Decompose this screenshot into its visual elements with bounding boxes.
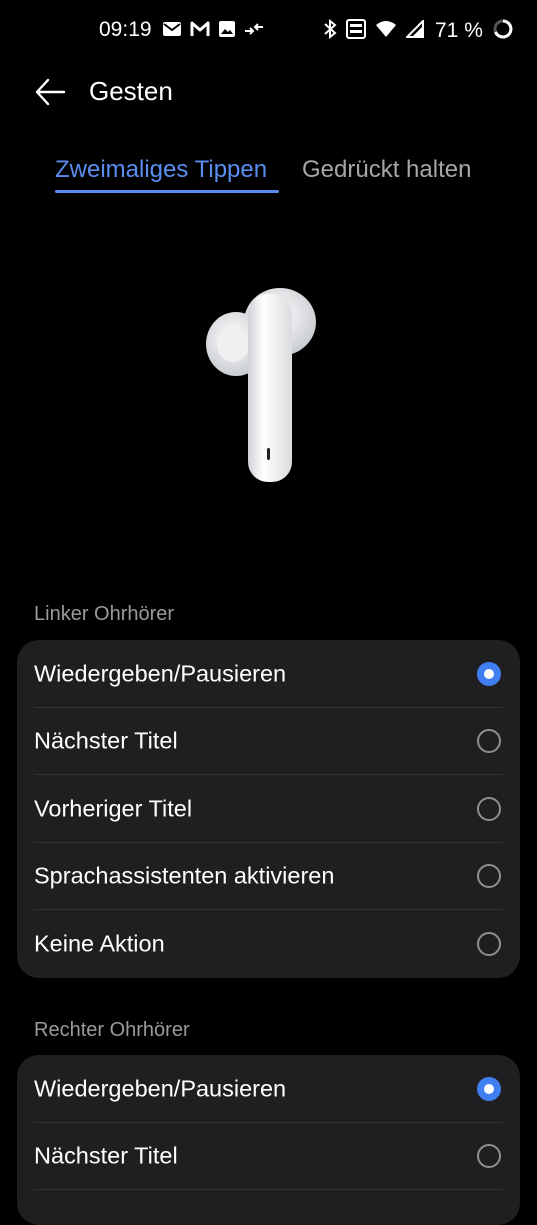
radio-unselected[interactable] — [477, 729, 501, 754]
tab-double-tap[interactable]: Zweimaliges Tippen — [55, 154, 267, 186]
radio-unselected[interactable] — [477, 796, 501, 821]
option-label: Wiedergeben/Pausieren — [34, 1075, 287, 1102]
option-row[interactable]: Vorheriger Titel — [17, 775, 520, 843]
page-title: Gesten — [89, 76, 173, 106]
option-label: Nächster Titel — [34, 727, 178, 754]
wifi-icon — [375, 20, 397, 43]
option-label: Nächster Titel — [34, 1142, 178, 1169]
back-button[interactable] — [30, 74, 70, 110]
tab-press-and-hold[interactable]: Gedrückt halten — [302, 154, 471, 186]
divider — [34, 1189, 503, 1190]
options-card-left: Wiedergeben/Pausieren Nächster Titel Vor… — [17, 640, 520, 978]
option-label: Wiedergeben/Pausieren — [34, 660, 287, 687]
option-row[interactable]: Keine Aktion — [17, 910, 520, 978]
volte-icon — [346, 18, 366, 44]
signal-icon — [404, 18, 424, 43]
option-label: Keine Aktion — [34, 930, 165, 957]
back-arrow-icon — [35, 78, 66, 106]
bluetooth-icon — [323, 18, 337, 44]
option-row[interactable]: Nächster Titel — [17, 708, 520, 775]
notification-icons — [162, 19, 264, 43]
section-label-right: Rechter Ohrhörer — [34, 1019, 190, 1041]
app-header: Gesten — [0, 62, 537, 122]
mail-icon — [162, 21, 182, 42]
option-row[interactable]: Sprachassistenten aktivieren — [17, 843, 520, 910]
status-time: 09:19 — [99, 18, 152, 41]
option-label: Sprachassistenten aktivieren — [34, 862, 335, 889]
radio-unselected[interactable] — [477, 931, 501, 956]
option-row[interactable]: Wiedergeben/Pausieren — [17, 1055, 520, 1123]
option-row[interactable]: Nächster Titel — [17, 1123, 520, 1190]
battery-percent: 71 % — [435, 19, 483, 42]
transfer-icon — [244, 22, 264, 41]
radio-selected[interactable] — [477, 1076, 501, 1101]
status-bar: 09:19 71 % — [0, 0, 537, 62]
gesture-tabs: Zweimaliges Tippen Gedrückt halten — [0, 150, 537, 200]
earbud-image — [200, 280, 330, 490]
section-label-left: Linker Ohrhörer — [34, 603, 175, 625]
radio-unselected[interactable] — [477, 1144, 501, 1169]
battery-ring-icon — [492, 18, 514, 45]
option-row[interactable]: Wiedergeben/Pausieren — [17, 640, 520, 708]
active-tab-indicator — [55, 190, 279, 193]
image-icon — [218, 20, 236, 43]
radio-selected[interactable] — [477, 661, 501, 686]
system-icons: 71 % — [323, 18, 514, 45]
radio-unselected[interactable] — [477, 864, 501, 889]
gmail-icon — [190, 21, 210, 42]
option-label: Vorheriger Titel — [34, 795, 193, 822]
